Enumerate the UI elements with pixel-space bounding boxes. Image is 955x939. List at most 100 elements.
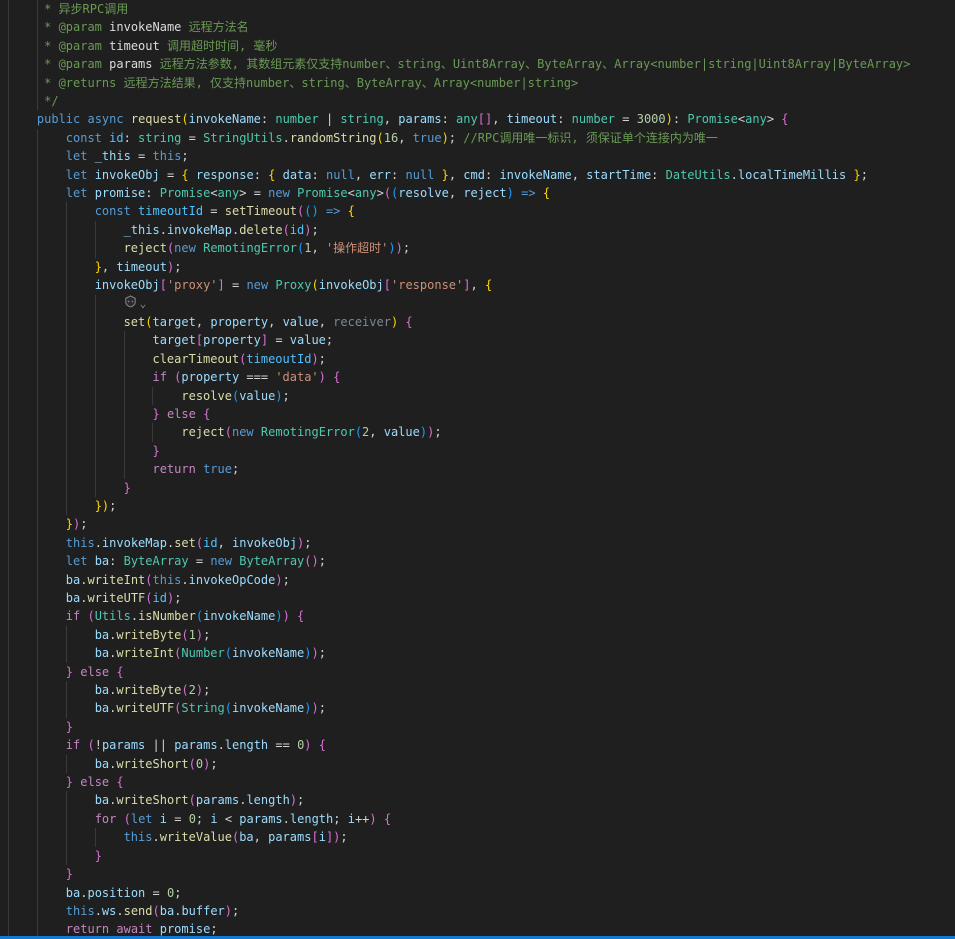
token: { — [116, 664, 124, 679]
code-line-8: const id: string = StringUtils.randomStr… — [0, 128, 955, 148]
token: id — [152, 591, 167, 605]
token: @returns — [58, 75, 117, 90]
code-line-25: } — [0, 441, 955, 461]
token: , — [311, 241, 326, 256]
token: < — [210, 186, 218, 201]
token: length — [224, 738, 269, 753]
token: writeUTF — [116, 701, 175, 716]
token: invokeObj — [94, 278, 160, 293]
token: this — [152, 149, 182, 164]
token: : — [109, 554, 124, 569]
code-line-13: _this.invokeMap.delete(id); — [0, 220, 955, 240]
code-line-49: ba.position = 0; — [0, 883, 955, 902]
copilot-icon[interactable] — [124, 295, 137, 313]
token: } — [94, 259, 102, 274]
token: writeByte — [116, 683, 182, 698]
token: null — [325, 167, 355, 182]
token: } — [853, 167, 861, 182]
token: ] — [217, 278, 225, 293]
token: 3000 — [636, 112, 666, 127]
code-line-44: ba.writeShort(params.length); — [0, 791, 955, 810]
token: ; — [181, 149, 189, 164]
token: ; — [203, 683, 211, 698]
token: || — [145, 738, 175, 753]
token: = — [224, 278, 247, 293]
token: ) — [395, 241, 403, 256]
token: * — [44, 20, 59, 35]
token: value — [282, 314, 319, 329]
token: any — [354, 186, 377, 201]
token: ) — [318, 370, 326, 385]
code-line-10: let invokeObj = { response: { data: null… — [0, 165, 955, 185]
token: ) — [289, 793, 298, 808]
token: set — [174, 535, 196, 550]
token: ( — [87, 738, 95, 753]
token: this — [65, 903, 95, 918]
token: if — [65, 738, 81, 753]
token: timeoutId — [138, 204, 204, 219]
token: { — [318, 738, 326, 753]
token: } — [152, 406, 160, 421]
token: let — [65, 186, 88, 201]
token: params — [174, 738, 218, 753]
token: , — [470, 278, 485, 293]
code-line-29: }); — [0, 515, 955, 534]
token: promise — [159, 922, 211, 937]
token: _this — [94, 149, 131, 164]
code-line-30: this.invokeMap.set(id, invokeObj); — [0, 533, 955, 553]
token: ) — [506, 186, 514, 201]
token: ; — [210, 756, 218, 771]
token: ) — [419, 425, 428, 440]
token: let — [65, 149, 88, 164]
code-line-36: ba.writeInt(Number(invokeName)); — [0, 644, 955, 663]
token: target — [152, 333, 196, 348]
token: 'data' — [275, 370, 319, 385]
code-line-12: const timeoutId = setTimeout(() => { — [0, 202, 955, 221]
chevron-down-icon[interactable]: ⌄ — [137, 297, 147, 310]
token: ; — [282, 388, 290, 403]
code-line-40: } — [0, 717, 955, 737]
token: { — [383, 811, 392, 826]
token: ; — [340, 830, 348, 845]
token: : — [557, 112, 572, 127]
token: length — [289, 811, 334, 826]
token: DateUtils — [665, 167, 731, 182]
code-line-43: } else { — [0, 773, 955, 792]
token: timeout — [506, 112, 558, 127]
token: invokeObj — [94, 167, 160, 182]
token: . — [730, 167, 738, 182]
token: * 异步RPC调用 — [44, 2, 129, 16]
token: ; — [109, 498, 117, 513]
token: > — [766, 112, 775, 127]
token: ( — [304, 554, 312, 569]
token: null — [405, 167, 435, 182]
token: } — [65, 517, 74, 532]
token: { — [347, 204, 355, 219]
token: ba — [94, 627, 110, 642]
code-line-37: } else { — [0, 662, 955, 682]
token: return — [152, 462, 196, 477]
code-line-42: ba.writeShort(0); — [0, 754, 955, 774]
token: RemotingError — [203, 241, 298, 256]
token: i — [210, 811, 218, 826]
token: let — [65, 167, 88, 182]
token: ba — [94, 646, 110, 661]
token: = — [181, 130, 204, 145]
code-editor[interactable]: * 异步RPC调用 * @param invokeName 远程方法名 * @par… — [0, 0, 955, 939]
token: Proxy — [275, 278, 312, 293]
token: i — [347, 811, 355, 826]
token: . — [159, 222, 167, 237]
token: ( — [376, 130, 384, 145]
token: ) — [275, 572, 283, 587]
token: invokeObj — [232, 535, 298, 550]
code-line-20: clearTimeout(timeoutId); — [0, 349, 955, 369]
